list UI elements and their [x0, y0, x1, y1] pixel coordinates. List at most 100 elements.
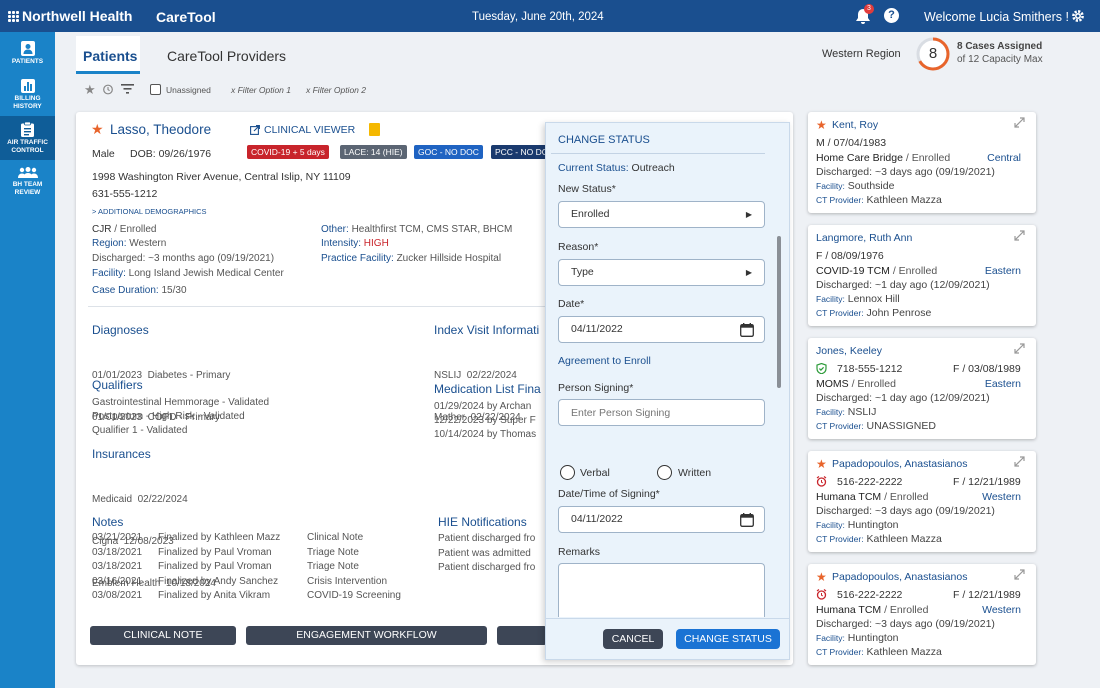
settings-button[interactable] — [1071, 9, 1085, 26]
reason-label: Reason* — [558, 241, 599, 253]
note-author: Finalized by Paul Vroman — [158, 546, 272, 558]
program-name: COVID-19 TCM — [816, 265, 890, 277]
tab-patients-label: Patients — [83, 48, 138, 64]
help-icon[interactable]: ? — [884, 8, 899, 23]
written-radio[interactable] — [657, 465, 672, 480]
note-row[interactable]: 03/16/2021 Finalized by Andy Sanchez Crisi… — [92, 576, 422, 590]
program-status: / Enrolled — [902, 152, 951, 164]
facility-label: Facility: — [816, 520, 845, 530]
patient-card[interactable]: Jones, Keeley 718-555-1212 F / 03/08/1989 M… — [808, 338, 1036, 439]
patient-card-discharged: Discharged: ~3 days ago (09/19/2021) — [816, 618, 995, 630]
sidebar-label-patients: PATIENTS — [11, 58, 44, 65]
patient-card-name[interactable]: Jones, Keeley — [816, 345, 882, 357]
northwell-logo[interactable]: Northwell Health — [8, 8, 132, 24]
shield-check-icon — [816, 362, 827, 377]
clinical-note-button[interactable]: CLINICAL NOTE — [90, 626, 236, 645]
practice-facility: Practice Facility: Zucker Hillside Hospi… — [321, 253, 502, 264]
cancel-button[interactable]: CANCEL — [603, 629, 663, 649]
index-visit-title: Index Visit Informati — [434, 323, 540, 337]
patient-card-region: Eastern — [984, 265, 1021, 277]
note-date: 03/18/2021 — [92, 546, 143, 558]
patient-card-phone: 516-222-2222 — [837, 589, 903, 601]
tab-caretool-providers[interactable]: CareTool Providers — [167, 48, 286, 64]
intensity: Intensity: HIGH — [321, 238, 389, 249]
filter-option-2[interactable]: x Filter Option 2 — [306, 85, 366, 95]
provider-label: CT Provider: — [816, 195, 864, 205]
expand-icon[interactable] — [1014, 343, 1025, 357]
expand-icon[interactable] — [1014, 117, 1025, 131]
calendar-icon[interactable] — [740, 513, 754, 527]
alarm-filter-icon[interactable] — [102, 83, 114, 98]
program-name: Humana TCM — [816, 491, 882, 503]
date-input[interactable]: 04/11/2022 — [558, 316, 765, 343]
expand-icon[interactable] — [1014, 456, 1025, 470]
patient-address: 1998 Washington River Avenue, Central Is… — [92, 171, 351, 183]
patient-card-name[interactable]: Kent, Roy — [832, 119, 878, 131]
notes-title: Notes — [92, 515, 124, 529]
patient-card-program: COVID-19 TCM / Enrolled — [816, 265, 937, 277]
note-row[interactable]: 03/18/2021 Finalized by Paul Vroman Triage… — [92, 547, 422, 561]
patient-card-phone: 718-555-1212 — [837, 363, 903, 375]
unassigned-checkbox[interactable] — [150, 84, 161, 95]
cases-assigned: 8 Cases Assigned — [957, 41, 1043, 52]
patient-card-facility: Facility: NSLIJ — [816, 406, 876, 418]
patient-card[interactable]: ★ Papadopoulos, Anastasianos 516-222-2222 F… — [808, 564, 1036, 665]
facility-value: Huntington — [847, 519, 899, 531]
patient-card-discharged: Discharged: ~1 day ago (12/09/2021) — [816, 392, 990, 404]
person-signing-input[interactable] — [558, 399, 765, 426]
note-author: Finalized by Andy Sanchez — [158, 575, 279, 587]
provider-label: CT Provider: — [816, 647, 864, 657]
region-label: Western Region — [822, 48, 901, 60]
change-status-button[interactable]: CHANGE STATUS — [676, 629, 780, 649]
new-status-select[interactable]: Enrolled ▶ — [558, 201, 765, 228]
patient-card-provider: CT Provider: Kathleen Mazza — [816, 533, 942, 545]
facility-value: Southside — [847, 180, 895, 192]
filter-icon[interactable] — [121, 84, 134, 97]
sidebar-item-bh-team-review[interactable]: BH TEAM REVIEW — [0, 164, 55, 200]
remarks-textarea[interactable] — [558, 563, 765, 617]
patient-card-provider: CT Provider: John Penrose — [816, 307, 931, 319]
calendar-icon[interactable] — [740, 323, 754, 337]
reason-select[interactable]: Type ▶ — [558, 259, 765, 286]
sidebar-item-patients[interactable]: PATIENTS — [0, 38, 55, 72]
note-row[interactable]: 03/21/2021 Finalized by Kathleen Mazz Clin… — [92, 532, 422, 546]
filter-option-1[interactable]: x Filter Option 1 — [231, 85, 291, 95]
program-status: / Enrolled — [881, 491, 929, 503]
star-icon[interactable]: ★ — [816, 570, 827, 584]
verbal-radio[interactable] — [560, 465, 575, 480]
note-type: COVID-19 Screening — [307, 590, 401, 601]
patient-card[interactable]: ★ Papadopoulos, Anastasianos 516-222-2222 F… — [808, 451, 1036, 552]
modal-scrollbar[interactable] — [777, 236, 781, 388]
patient-card-name[interactable]: Langmore, Ruth Ann — [816, 232, 912, 244]
sidebar-item-air-traffic-control[interactable]: AIR TRAFFIC CONTROL — [0, 116, 55, 160]
notifications-button[interactable]: 3 — [855, 4, 874, 28]
expand-icon[interactable] — [1014, 569, 1025, 583]
note-row[interactable]: 03/08/2021 Finalized by Anita Vikram COVID… — [92, 590, 422, 604]
note-row[interactable]: 03/18/2021 Finalized by Paul Vroman Triage… — [92, 561, 422, 575]
modal-footer-divider — [546, 618, 789, 619]
qualifier-item: Gastrointestinal Hemmorage - Validated — [92, 397, 270, 408]
hie-item: Patient discharged fro — [438, 562, 536, 573]
star-icon[interactable]: ★ — [816, 457, 827, 471]
cases-count: 8 — [928, 45, 938, 62]
signing-datetime-input[interactable]: 04/11/2022 — [558, 506, 765, 533]
logo-grid-icon — [8, 10, 19, 22]
patient-card-program: MOMS / Enrolled — [816, 378, 896, 390]
additional-demographics-link[interactable]: > ADDITIONAL DEMOGRAPHICS — [92, 207, 207, 216]
star-icon[interactable]: ★ — [816, 118, 827, 132]
star-icon[interactable]: ★ — [91, 121, 104, 138]
program-name: MOMS — [816, 378, 849, 390]
provider-value: Kathleen Mazza — [866, 533, 942, 545]
sidebar-item-billing-history[interactable]: BILLING HISTORY — [0, 76, 55, 112]
patient-card-name[interactable]: Papadopoulos, Anastasianos — [832, 458, 967, 470]
document-icon[interactable] — [369, 123, 380, 136]
patient-card[interactable]: Langmore, Ruth Ann F / 08/09/1976 COVID-19… — [808, 225, 1036, 326]
patient-card[interactable]: ★ Kent, Roy M / 07/04/1983 Home Care Bridge… — [808, 112, 1036, 213]
patient-name[interactable]: Lasso, Theodore — [110, 122, 211, 137]
tab-patients[interactable]: Patients — [76, 36, 140, 74]
patient-card-name[interactable]: Papadopoulos, Anastasianos — [832, 571, 967, 583]
engagement-workflow-button[interactable]: ENGAGEMENT WORKFLOW — [246, 626, 487, 645]
more-action-button[interactable] — [497, 626, 547, 645]
star-filter-icon[interactable]: ★ — [84, 82, 96, 98]
expand-icon[interactable] — [1014, 230, 1025, 244]
